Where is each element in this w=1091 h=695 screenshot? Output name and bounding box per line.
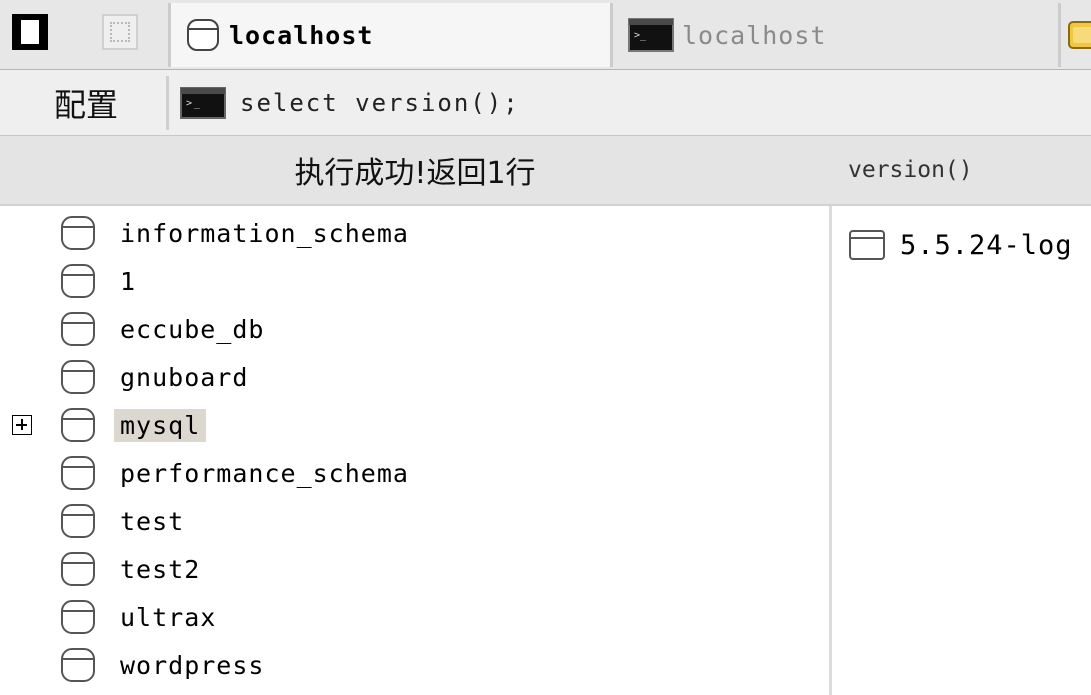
tree-item-ultrax[interactable]: ultrax — [0, 594, 600, 640]
tree-item-wordpress[interactable]: wordpress — [0, 642, 600, 688]
query-bar: 配置 >_ select version(); — [0, 70, 1091, 136]
database-name: information_schema — [120, 218, 409, 248]
database-icon — [187, 19, 219, 51]
database-name: 1 — [120, 266, 137, 296]
expand-plus-icon[interactable] — [12, 415, 32, 435]
tree-item-eccube-db[interactable]: eccube_db — [0, 306, 600, 352]
database-name: performance_schema — [120, 458, 409, 488]
database-icon — [61, 504, 95, 538]
tab-label: localhost — [682, 20, 827, 50]
tab-label: localhost — [229, 20, 374, 50]
database-tree: information_schema 1 eccube_db gnuboard … — [0, 206, 830, 695]
svg-text:>_: >_ — [634, 30, 647, 41]
database-icon — [61, 312, 95, 346]
column-header[interactable]: version() — [848, 136, 973, 204]
tree-item-gnuboard[interactable]: gnuboard — [0, 354, 600, 400]
tree-item-information-schema[interactable]: information_schema — [0, 210, 600, 256]
toggle-panel-button[interactable] — [12, 14, 48, 50]
database-name: test2 — [120, 554, 201, 584]
new-frame-button[interactable] — [102, 14, 138, 50]
database-name: eccube_db — [120, 314, 265, 344]
database-icon — [61, 264, 95, 298]
database-icon — [61, 408, 95, 442]
query-input[interactable]: >_ select version(); — [180, 76, 1091, 130]
config-button[interactable]: 配置 — [10, 76, 162, 130]
terminal-icon: >_ — [628, 18, 674, 52]
database-name: test — [120, 506, 185, 536]
tree-item-mysql[interactable]: mysql — [0, 402, 600, 448]
terminal-icon: >_ — [180, 87, 226, 119]
database-name-selected: mysql — [114, 408, 207, 442]
divider — [166, 76, 169, 130]
tab-localhost-db[interactable]: localhost — [168, 3, 613, 67]
tab-folder[interactable] — [1058, 3, 1091, 67]
tree-item-test[interactable]: test — [0, 498, 600, 544]
database-icon — [61, 600, 95, 634]
database-icon — [61, 648, 95, 682]
database-icon — [61, 456, 95, 490]
database-name: ultrax — [120, 602, 217, 632]
result-header: 执行成功!返回1行 version() — [0, 136, 1091, 206]
database-icon — [61, 216, 95, 250]
result-row[interactable]: 5.5.24-log — [848, 222, 1073, 268]
database-name: wordpress — [120, 650, 265, 680]
database-name: gnuboard — [120, 362, 249, 392]
tree-item-performance-schema[interactable]: performance_schema — [0, 450, 600, 496]
query-text: select version(); — [240, 89, 520, 117]
svg-text:>_: >_ — [186, 98, 202, 109]
database-icon — [61, 360, 95, 394]
result-value: 5.5.24-log — [900, 229, 1073, 261]
folder-icon — [1068, 21, 1091, 49]
tree-item-test2[interactable]: test2 — [0, 546, 600, 592]
tab-bar: localhost >_ localhost — [0, 0, 1091, 70]
tree-item-1[interactable]: 1 — [0, 258, 600, 304]
status-message: 执行成功!返回1行 — [294, 156, 536, 191]
tab-localhost-terminal[interactable]: >_ localhost — [618, 3, 1058, 67]
pane-divider[interactable] — [829, 206, 832, 695]
database-icon — [61, 552, 95, 586]
value-cell-icon — [849, 230, 885, 260]
